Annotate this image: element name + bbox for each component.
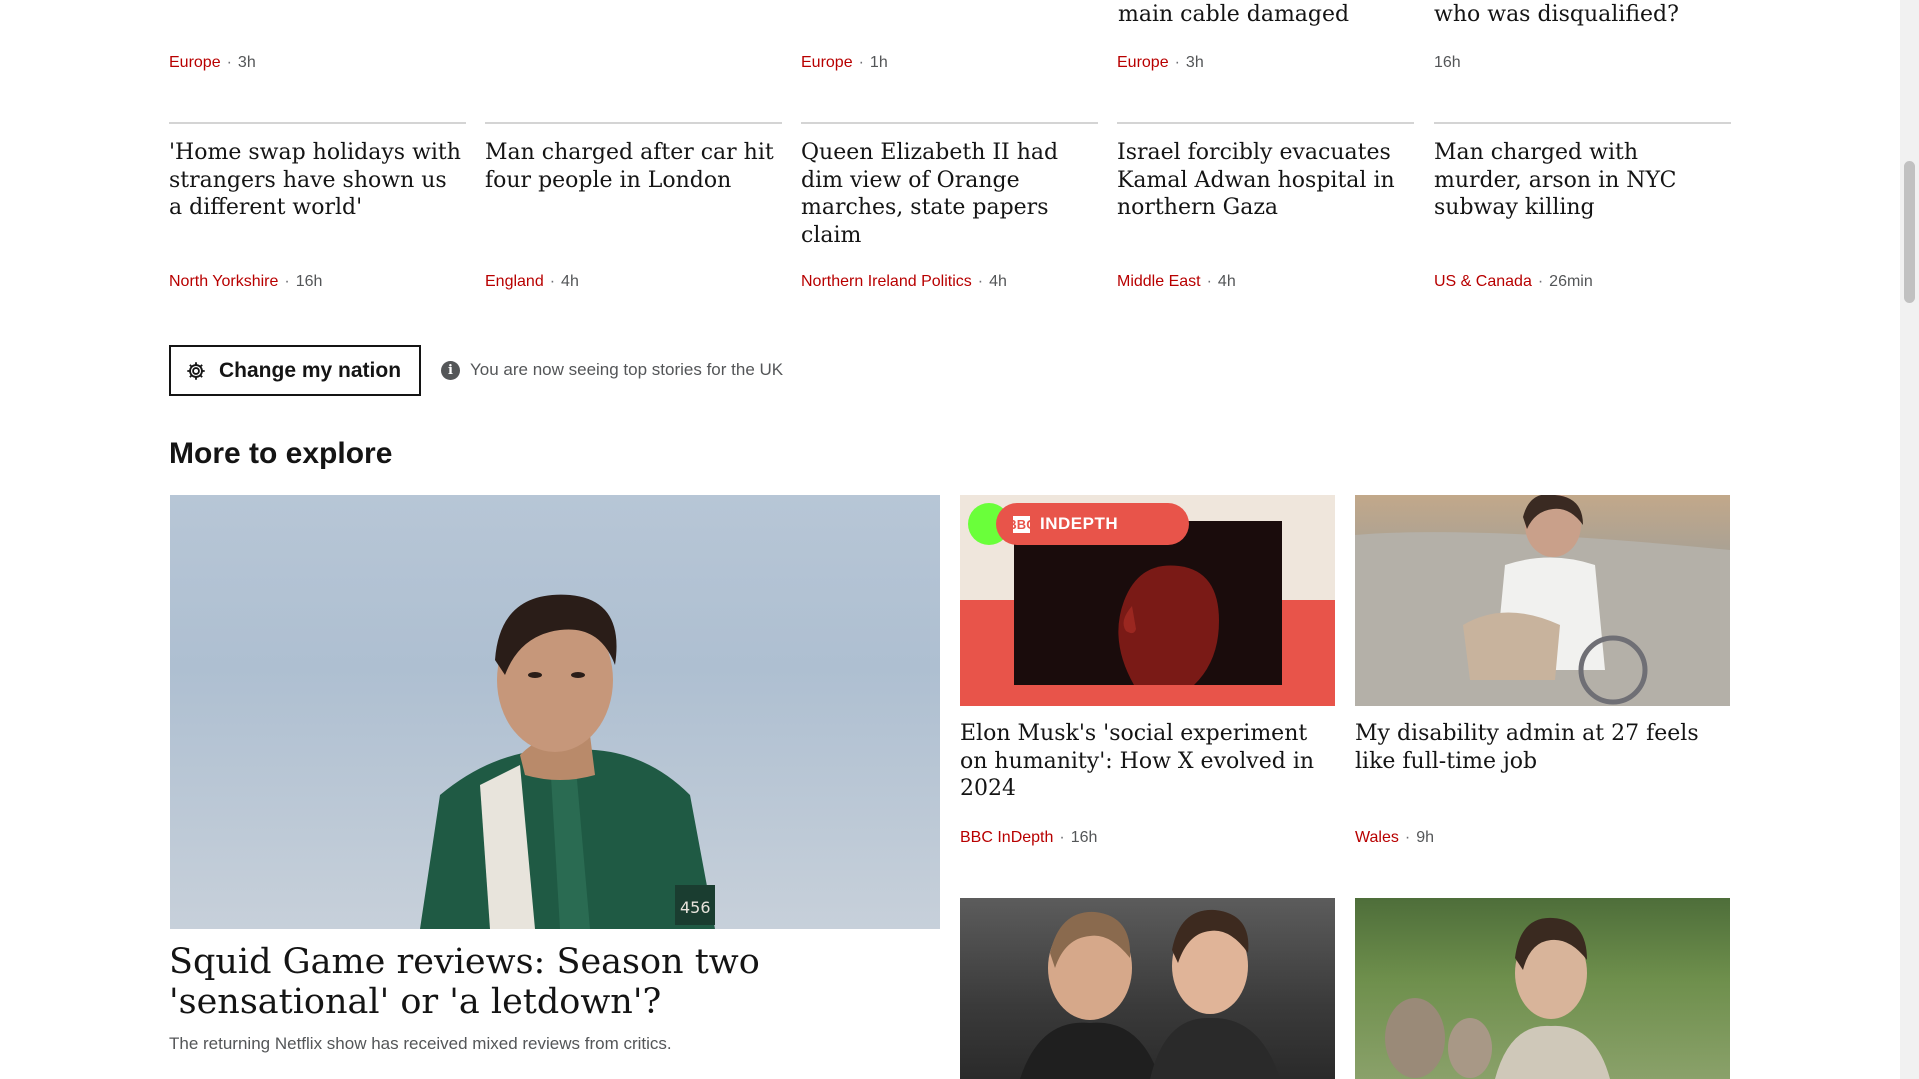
timestamp: 1h [869, 54, 888, 71]
timestamp: 4h [989, 273, 1007, 290]
story-meta: US & Canada · 26min [1434, 273, 1593, 290]
logo-letter: BBC [1007, 515, 1036, 533]
section-link[interactable]: England [485, 273, 544, 290]
change-nation-label: Change my nation [219, 358, 402, 382]
timestamp: 3h [237, 54, 256, 71]
story-card[interactable]: Queen Elizabeth II had dim view of Orang… [801, 122, 1098, 290]
nation-notice: i You are now seeing top stories for the… [441, 360, 783, 380]
lead-story-title[interactable]: Squid Game reviews: Season two 'sensatio… [169, 942, 929, 1022]
divider [1117, 122, 1414, 124]
timestamp: 16h [1070, 829, 1098, 846]
section-link[interactable]: North Yorkshire [169, 273, 278, 290]
story-card[interactable]: 'Home swap holidays with strangers have … [169, 122, 466, 290]
story-title[interactable]: Man charged after car hit four people in… [485, 139, 782, 261]
jersey-number: 456 [680, 898, 711, 917]
story-title[interactable]: Man charged with murder, arson in NYC su… [1434, 139, 1731, 261]
divider [1434, 122, 1731, 124]
section-link[interactable]: Europe [801, 54, 853, 71]
section-link[interactable]: US & Canada [1434, 273, 1532, 290]
story-title[interactable]: 'Home swap holidays with strangers have … [169, 139, 466, 261]
info-icon: i [441, 360, 460, 380]
gear-icon [185, 360, 207, 382]
story-title[interactable]: Queen Elizabeth II had dim view of Orang… [801, 139, 1098, 261]
timestamp: 16h [295, 273, 323, 290]
story-meta: Wales · 9h [1355, 829, 1434, 846]
indepth-label: INDEPTH [1040, 514, 1119, 533]
nation-notice-text: You are now seeing top stories for the U… [470, 360, 784, 379]
story-title[interactable]: Elon Musk's 'social experiment on humani… [960, 720, 1335, 803]
section-link[interactable]: Wales [1355, 829, 1399, 846]
timestamp: 4h [561, 273, 579, 290]
story-meta: Northern Ireland Politics · 4h [801, 273, 1007, 290]
park-story-image[interactable] [1355, 898, 1730, 1079]
timestamp: 16h [1434, 54, 1461, 71]
story-card[interactable]: Man charged after car hit four people in… [485, 122, 782, 290]
page-scrollbar[interactable] [1900, 0, 1919, 1079]
story-title[interactable]: who was disqualified? [1434, 1, 1679, 29]
divider [801, 122, 1098, 124]
section-link[interactable]: Northern Ireland Politics [801, 273, 972, 290]
story-meta: Europe · 1h [801, 54, 888, 71]
story-meta: BBC InDepth · 16h [960, 829, 1098, 846]
section-link[interactable]: Middle East [1117, 273, 1201, 290]
story-meta: 16h [1434, 53, 1461, 73]
story-meta: North Yorkshire · 16h [169, 273, 323, 290]
section-heading: More to explore [169, 437, 393, 470]
section-link[interactable]: Europe [169, 54, 221, 71]
bbc-logo: BBC [1007, 515, 1036, 533]
story-card[interactable]: Man charged with murder, arson in NYC su… [1434, 122, 1731, 290]
story-title[interactable]: main cable damaged [1118, 1, 1349, 29]
indepth-badge: BBC INDEPTH [996, 503, 1189, 545]
story-meta: Middle East · 4h [1117, 273, 1236, 290]
portrait-panel [1014, 521, 1282, 685]
change-nation-button[interactable]: Change my nation [169, 345, 421, 396]
disability-story-image[interactable] [1355, 495, 1730, 706]
celebrity-story-image[interactable] [960, 898, 1335, 1079]
story-meta: Europe · 3h [1117, 54, 1204, 71]
story-title[interactable]: My disability admin at 27 feels like ful… [1355, 720, 1730, 775]
scrollbar-thumb[interactable] [1904, 161, 1915, 303]
lead-story-image[interactable]: 456 [170, 495, 940, 929]
story-title[interactable]: Israel forcibly evacuates Kamal Adwan ho… [1117, 139, 1414, 261]
story-card[interactable]: Israel forcibly evacuates Kamal Adwan ho… [1117, 122, 1414, 290]
timestamp: 9h [1416, 829, 1434, 846]
section-link[interactable]: BBC InDepth [960, 829, 1053, 846]
indepth-story-image[interactable]: BBC INDEPTH [960, 495, 1335, 706]
story-meta: Europe · 3h [169, 54, 256, 71]
divider [485, 122, 782, 124]
timestamp: 26min [1549, 273, 1593, 290]
lead-story-summary: The returning Netflix show has received … [169, 1034, 672, 1053]
timestamp: 3h [1185, 54, 1204, 71]
divider [169, 122, 466, 124]
story-meta: England · 4h [485, 273, 579, 290]
timestamp: 4h [1217, 273, 1236, 290]
section-link[interactable]: Europe [1117, 54, 1169, 71]
